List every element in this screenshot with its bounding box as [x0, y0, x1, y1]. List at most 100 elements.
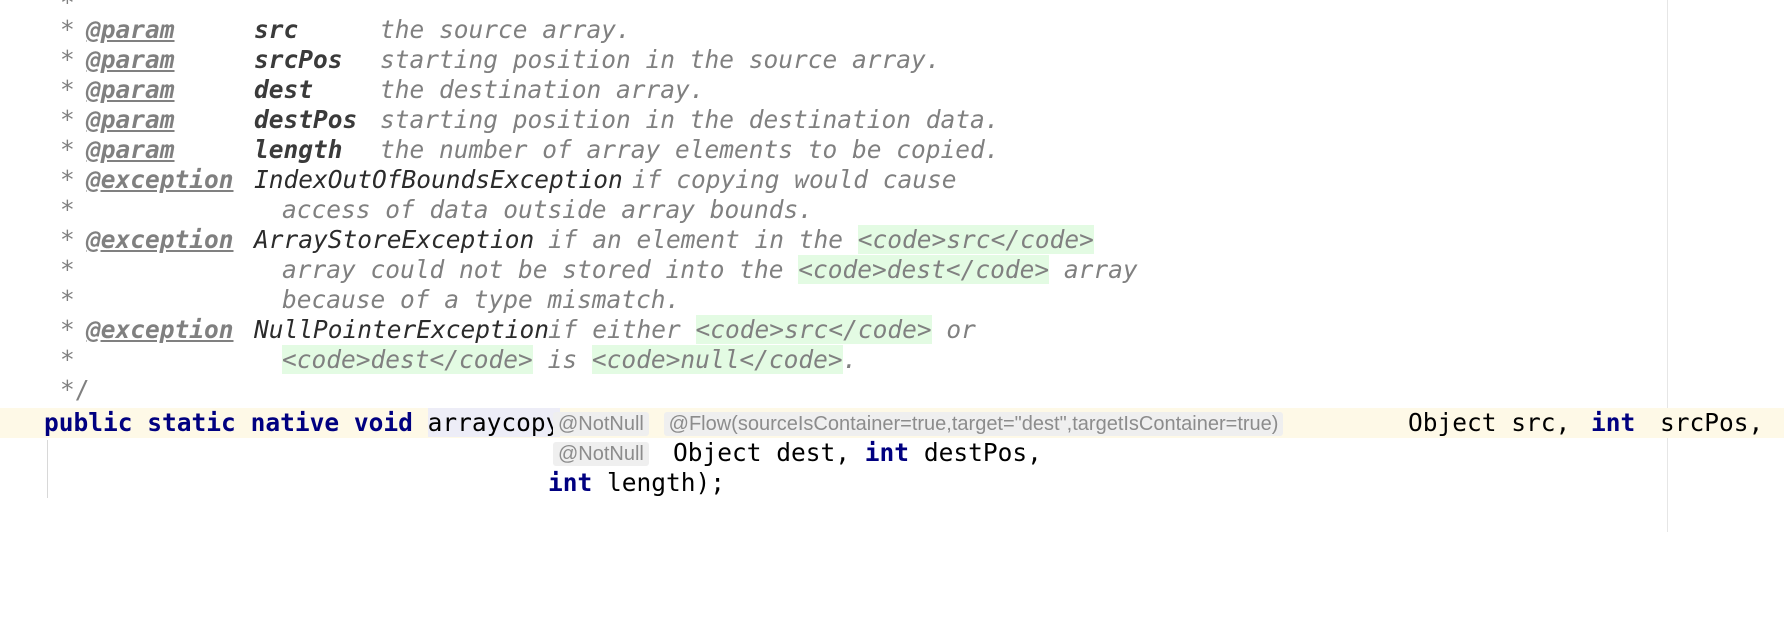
javadoc-tag[interactable]: @param: [86, 135, 175, 165]
param-src: Object src,: [1408, 408, 1571, 437]
param-desc: starting position in the destination dat…: [380, 105, 1000, 134]
html-code-tag: </code>: [945, 255, 1050, 284]
desc-text: .: [842, 345, 858, 374]
inlay-hint-flow[interactable]: @Flow(sourceIsContainer=true,target="des…: [663, 412, 1284, 436]
desc-text: array: [1063, 255, 1138, 284]
doc-continuation-line: * because of a type mismatch.: [0, 285, 680, 315]
param-dest: Object dest, int destPos,: [673, 438, 1042, 468]
keyword: native: [250, 408, 340, 437]
inlay-hint-notnull[interactable]: @NotNull: [553, 442, 649, 466]
code-content: src: [946, 225, 991, 254]
javadoc-tag[interactable]: @exception: [86, 225, 234, 255]
doc-param-line: * @param srcPos starting position in the…: [0, 45, 941, 75]
exception-desc: because of a type mismatch.: [282, 285, 681, 314]
doc-star: *: [60, 15, 75, 44]
keyword: int: [864, 438, 910, 467]
right-margin-guide: [1667, 0, 1668, 532]
desc-text: or: [946, 315, 976, 344]
doc-star: *: [60, 135, 75, 164]
param-name: destPos: [254, 105, 358, 134]
code-line[interactable]: int length);: [0, 468, 725, 498]
doc-star: *: [60, 345, 75, 374]
doc-star: *: [60, 225, 75, 254]
code-editor[interactable]: * * @param src the source array. * @para…: [0, 0, 1784, 532]
code-content: dest: [886, 255, 946, 284]
exception-desc: if either <code>src</code> or: [548, 315, 976, 345]
doc-continuation-line: * <code>dest</code> is <code>null</code>…: [0, 345, 857, 375]
param-desc: the number of array elements to be copie…: [380, 135, 1000, 164]
desc-text: if an element in the: [548, 225, 844, 254]
desc-text: array could not be stored into the: [282, 255, 784, 284]
method-signature: public static native void arraycopy(: [44, 408, 575, 438]
doc-star: *: [60, 285, 75, 314]
doc-param-line: * @param src the source array.: [0, 15, 631, 45]
doc-star: *: [60, 75, 75, 104]
param-length: int length);: [548, 468, 725, 498]
indent-guide: [47, 440, 48, 498]
doc-star: *: [60, 255, 75, 284]
param-dest-text: Object dest,: [673, 438, 851, 467]
param-length-text: length);: [607, 468, 726, 497]
param-desc: the source array.: [380, 15, 631, 44]
doc-continuation-line: * array could not be stored into the <co…: [0, 255, 1138, 285]
doc-star: *: [60, 45, 75, 74]
param-desc: the destination array.: [380, 75, 705, 104]
doc-star: *: [60, 195, 75, 224]
doc-exception-line: * @exception ArrayStoreException if an e…: [0, 225, 1094, 255]
html-code-tag: <code>: [798, 255, 887, 284]
code-content: dest: [370, 345, 430, 374]
doc-continuation-line: * access of data outside array bounds.: [0, 195, 813, 225]
doc-param-line: * @param length the number of array elem…: [0, 135, 1000, 165]
code-content: null: [680, 345, 740, 374]
inlay-hints: @NotNull @Flow(sourceIsContainer=true,ta…: [553, 408, 1284, 438]
javadoc-tag[interactable]: @param: [86, 45, 175, 75]
param-destpos-text: destPos,: [923, 438, 1042, 467]
code-line-current[interactable]: public static native void arraycopy( @No…: [0, 408, 1784, 438]
param-name: length: [254, 135, 343, 164]
javadoc-tag[interactable]: @param: [86, 75, 175, 105]
keyword: int: [1591, 408, 1636, 437]
inlay-hint-notnull[interactable]: @NotNull: [553, 412, 649, 436]
html-code-tag: <code>: [282, 345, 371, 374]
javadoc-tag[interactable]: @exception: [86, 165, 234, 195]
doc-exception-line: * @exception IndexOutOfBoundsException i…: [0, 165, 957, 195]
param-name: srcPos: [254, 45, 343, 74]
exception-desc: <code>dest</code> is <code>null</code>.: [282, 345, 857, 375]
exception-desc: access of data outside array bounds.: [282, 195, 814, 224]
exception-name: IndexOutOfBoundsException: [254, 165, 623, 194]
desc-text: if either: [548, 315, 681, 344]
keyword: static: [147, 408, 236, 437]
html-code-tag: </code>: [739, 345, 843, 374]
keyword: int: [548, 468, 593, 497]
param-srcpos: srcPos,: [1660, 408, 1764, 437]
doc-close: */: [60, 375, 90, 404]
html-code-tag: <code>: [695, 315, 785, 344]
param-name: src: [254, 15, 299, 44]
html-code-tag: <code>: [857, 225, 947, 254]
param-desc: starting position in the source array.: [380, 45, 941, 74]
html-code-tag: </code>: [429, 345, 533, 374]
exception-name: ArrayStoreException: [254, 225, 535, 254]
code-content: src: [784, 315, 829, 344]
doc-exception-line: * @exception NullPointerException if eit…: [0, 315, 976, 345]
param-name: dest: [254, 75, 314, 104]
doc-param-line: * @param dest the destination array.: [0, 75, 705, 105]
doc-star: *: [60, 105, 75, 134]
exception-name: NullPointerException: [254, 315, 550, 344]
doc-close-line: */: [0, 375, 90, 405]
doc-star: *: [60, 165, 75, 194]
exception-desc: if copying would cause: [632, 165, 957, 194]
exception-desc: if an element in the <code>src</code>: [548, 225, 1094, 255]
code-line[interactable]: @NotNull Object dest, int destPos,: [0, 438, 1042, 468]
doc-param-line: * @param destPos starting position in th…: [0, 105, 1000, 135]
keyword: public: [44, 408, 133, 437]
javadoc-tag[interactable]: @exception: [86, 315, 234, 345]
exception-desc: array could not be stored into the <code…: [282, 255, 1138, 285]
html-code-tag: </code>: [990, 225, 1094, 254]
doc-star: *: [60, 315, 75, 344]
keyword: void: [353, 408, 413, 437]
inlay-hints: @NotNull: [553, 438, 649, 468]
method-name[interactable]: arraycopy: [427, 408, 561, 437]
javadoc-tag[interactable]: @param: [86, 15, 175, 45]
javadoc-tag[interactable]: @param: [86, 105, 175, 135]
